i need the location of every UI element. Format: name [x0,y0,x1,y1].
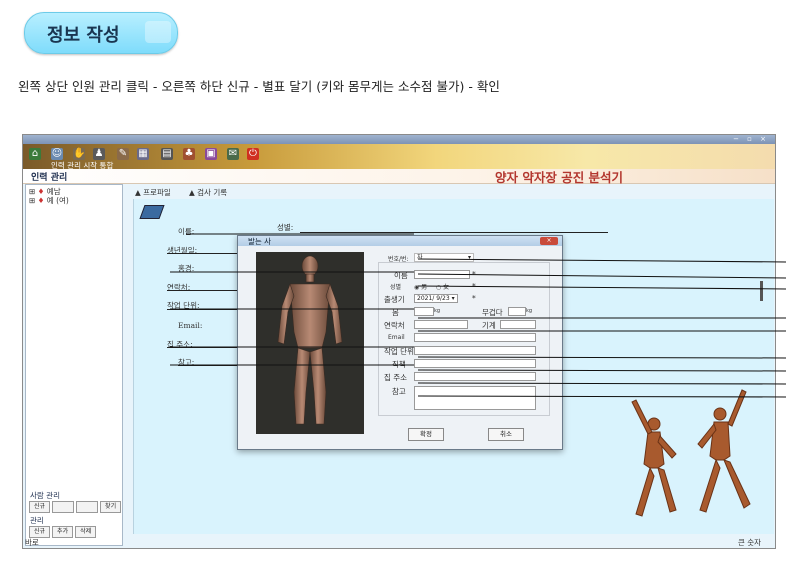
annotation-line [417,285,787,290]
annotation-line [417,273,787,279]
annotation-line [417,258,787,263]
annotation-lines [170,233,787,398]
annotation-line [417,382,787,385]
annotation-line [417,395,787,398]
annotation-line [417,369,787,372]
annotation-line [417,356,787,359]
